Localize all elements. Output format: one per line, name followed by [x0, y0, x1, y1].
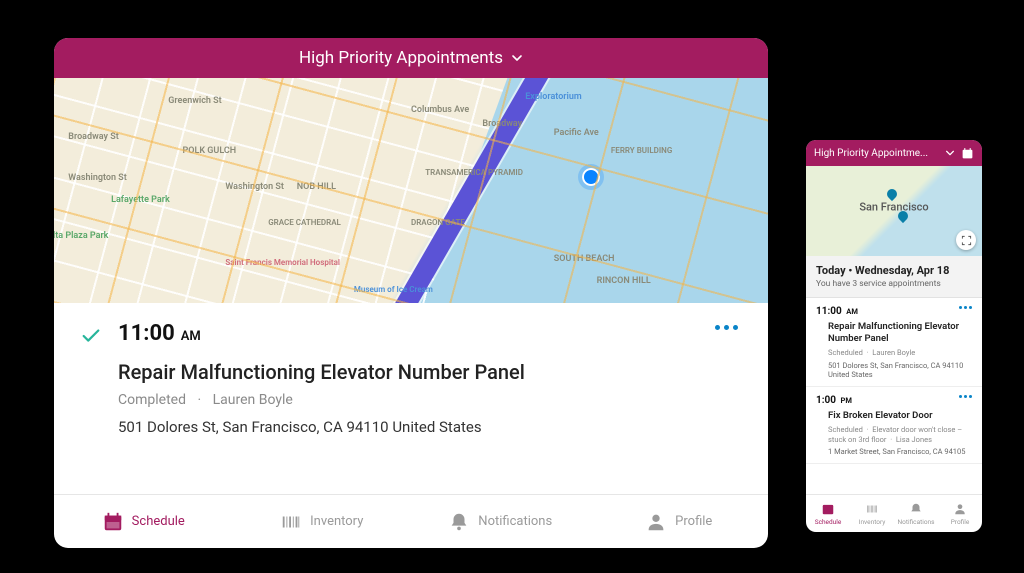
- map-label: POLK GULCH: [183, 146, 237, 156]
- appointment-title: Fix Broken Elevator Door: [828, 410, 972, 422]
- phone-tab-bar: Schedule Inventory Notifications Profile: [806, 494, 982, 532]
- chevron-down-icon: [945, 148, 955, 158]
- appointment-card[interactable]: 11:00 AM Repair Malfunctioning Elevator …: [54, 303, 768, 494]
- barcode-icon: [280, 511, 302, 533]
- map-label: TRANSAMERICA PYRAMID: [425, 168, 523, 177]
- tab-notifications[interactable]: Notifications: [894, 495, 938, 532]
- today-header: Today • Wednesday, Apr 18 You have 3 ser…: [806, 256, 982, 298]
- map-label: NOB HILL: [297, 182, 336, 192]
- map-label: Saint Francis Memorial Hospital: [225, 258, 340, 267]
- phone-appointment-card[interactable]: 11:00 AM Repair Malfunctioning Elevator …: [806, 298, 982, 387]
- tab-label: Notifications: [478, 514, 552, 529]
- tab-notifications[interactable]: Notifications: [411, 495, 590, 548]
- map[interactable]: NOB HILL POLK GULCH SOUTH BEACH RINCON H…: [54, 78, 768, 303]
- calendar-icon[interactable]: [961, 147, 974, 160]
- appointment-assignee: Lauren Boyle: [872, 348, 915, 357]
- map-label: Broadway: [482, 119, 522, 129]
- view-selector[interactable]: High Priority Appointments: [54, 38, 768, 78]
- barcode-icon: [865, 502, 879, 516]
- appointment-title: Repair Malfunctioning Elevator Number Pa…: [118, 360, 742, 384]
- tab-profile[interactable]: Profile: [590, 495, 769, 548]
- phone-view: High Priority Appointme... San Francisco…: [806, 140, 982, 532]
- tab-schedule[interactable]: Schedule: [54, 495, 233, 548]
- appointment-ampm: PM: [841, 396, 852, 405]
- map-label: GRACE CATHEDRAL: [268, 218, 341, 227]
- map-label: Lafayette Park: [111, 195, 170, 205]
- map-label: Broadway St: [68, 132, 118, 142]
- appointment-title: Repair Malfunctioning Elevator Number Pa…: [828, 321, 972, 345]
- expand-map-button[interactable]: [956, 230, 976, 250]
- appointment-status: Completed: [118, 392, 186, 408]
- map-label: Greenwich St: [168, 96, 221, 106]
- appointment-time: 1:00: [816, 395, 836, 406]
- tab-schedule[interactable]: Schedule: [806, 495, 850, 532]
- tab-inventory[interactable]: Inventory: [233, 495, 412, 548]
- map-label: Pacific Ave: [554, 128, 599, 138]
- appointment-time: 11:00: [118, 321, 175, 346]
- tab-inventory[interactable]: Inventory: [850, 495, 894, 532]
- more-actions-button[interactable]: [715, 325, 738, 330]
- tab-label: Notifications: [898, 518, 935, 526]
- appointment-ampm: AM: [181, 329, 201, 344]
- today-subtitle: You have 3 service appointments: [816, 279, 972, 289]
- appointment-assignee: Lauren Boyle: [213, 392, 293, 408]
- map-pin-icon: [885, 187, 899, 201]
- tablet-view: High Priority Appointments NOB HILL POLK…: [54, 38, 768, 548]
- map-label: RINCON HILL: [597, 276, 651, 286]
- phone-view-selector-title: High Priority Appointme...: [814, 148, 928, 159]
- bell-icon: [448, 511, 470, 533]
- map-label: FERRY BUILDING: [611, 146, 672, 155]
- map-city-label: San Francisco: [859, 201, 928, 214]
- calendar-icon: [821, 502, 835, 516]
- more-actions-button[interactable]: [959, 395, 972, 398]
- tab-label: Inventory: [859, 518, 886, 526]
- tab-bar: Schedule Inventory Notifications Profile: [54, 494, 768, 548]
- map-label: DRAGON GATE: [411, 218, 465, 227]
- map-label: Museum of Ice Cream: [354, 285, 433, 294]
- view-selector-title: High Priority Appointments: [299, 48, 503, 68]
- map-label: Washington St: [225, 182, 284, 192]
- map-label: SOUTH BEACH: [554, 254, 615, 264]
- map-route: [336, 78, 563, 303]
- more-actions-button[interactable]: [959, 306, 972, 309]
- map-label: Exploratorium: [525, 92, 581, 102]
- phone-appointment-card[interactable]: 1:00 PM Fix Broken Elevator Door Schedul…: [806, 387, 982, 464]
- appointment-ampm: AM: [846, 307, 858, 316]
- check-icon: [80, 325, 102, 347]
- map-label: Columbus Ave: [411, 105, 469, 115]
- tab-label: Schedule: [815, 518, 842, 526]
- phone-map[interactable]: San Francisco: [806, 166, 982, 256]
- map-current-location-icon: [582, 168, 600, 186]
- chevron-down-icon: [511, 52, 523, 64]
- bell-icon: [909, 502, 923, 516]
- tab-label: Schedule: [132, 514, 185, 529]
- tab-label: Profile: [675, 514, 712, 529]
- appointment-address: 501 Dolores St, San Francisco, CA 94110 …: [828, 361, 972, 381]
- appointment-status: Scheduled: [828, 425, 863, 434]
- appointment-address: 1 Market Street, San Francisco, CA 94105: [828, 447, 972, 457]
- appointment-address: 501 Dolores St, San Francisco, CA 94110 …: [118, 418, 742, 436]
- map-label: Washington St: [68, 173, 127, 183]
- tab-label: Inventory: [310, 514, 363, 529]
- appointment-time: 11:00: [816, 306, 842, 317]
- map-label: Alta Plaza Park: [54, 231, 108, 241]
- tab-label: Profile: [951, 518, 970, 526]
- appointment-assignee: Lisa Jones: [896, 435, 932, 444]
- tab-profile[interactable]: Profile: [938, 495, 982, 532]
- person-icon: [953, 502, 967, 516]
- appointment-status: Scheduled: [828, 348, 863, 357]
- calendar-icon: [102, 511, 124, 533]
- today-line: Today • Wednesday, Apr 18: [816, 264, 972, 277]
- person-icon: [645, 511, 667, 533]
- phone-view-selector[interactable]: High Priority Appointme...: [806, 140, 982, 166]
